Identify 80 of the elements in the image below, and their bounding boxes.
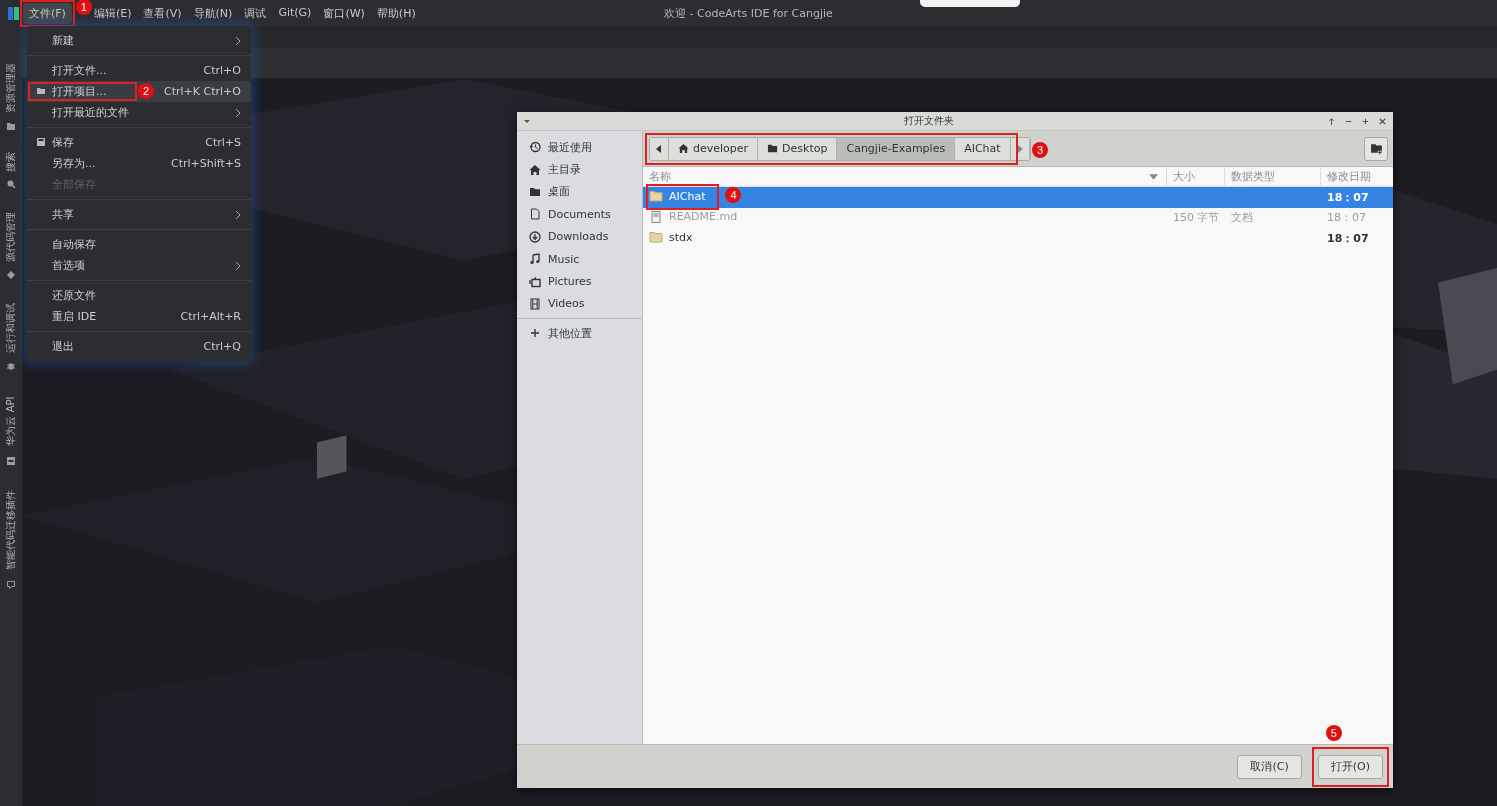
place-item[interactable]: 主目录 [517, 158, 642, 181]
menu-entry[interactable]: 首选项 [27, 255, 251, 276]
new-folder-button[interactable] [1364, 136, 1388, 161]
search-icon [6, 179, 16, 189]
menu-entry[interactable]: 自动保存 [27, 234, 251, 255]
menu-entry[interactable]: 另存为... Ctrl+Shift+S [27, 153, 251, 174]
chat-icon [6, 580, 16, 590]
path-segment[interactable]: AIChat [955, 137, 1011, 160]
dialog-button[interactable]: 取消(C) [1237, 754, 1302, 779]
place-item[interactable]: Documents [517, 203, 642, 226]
right-arrow-icon [1016, 144, 1023, 153]
folder-icon [767, 143, 779, 154]
step-badge: 2 [138, 83, 154, 99]
place-item[interactable]: Downloads [517, 225, 642, 248]
menu-entry[interactable]: 重启 IDE Ctrl+Alt+R [27, 306, 251, 327]
sidebar-tab[interactable]: 运行和调试 [4, 298, 18, 371]
sidebar-tab[interactable]: 资源管理器 [4, 58, 18, 131]
menu-entry[interactable]: 退出 Ctrl+Q [27, 336, 251, 357]
folder-icon [36, 86, 46, 96]
caret-icon[interactable] [523, 117, 531, 125]
download-icon [529, 230, 541, 243]
path-segment[interactable]: developer [669, 137, 759, 160]
plus-icon [529, 327, 541, 340]
path-segment[interactable]: Desktop [758, 137, 838, 160]
music-icon [529, 253, 541, 266]
new-folder-icon [1369, 142, 1383, 155]
menu-item[interactable]: Git(G) [272, 2, 318, 22]
folder-icon [649, 190, 663, 202]
home-icon [529, 163, 541, 176]
sidebar-tab[interactable]: 智能代码迁移插件 [4, 484, 18, 590]
step-badge: 1 [75, 0, 92, 15]
menu-entry[interactable]: 保存 Ctrl+S [27, 132, 251, 153]
menu-entry[interactable]: 打开项目... 2 Ctrl+K Ctrl+O [27, 81, 251, 102]
window-title: 欢迎 - CodeArts IDE for Cangjie [664, 5, 833, 21]
diamond-icon [6, 270, 16, 280]
menu-item[interactable]: 文件(F) [23, 2, 72, 24]
logo-icon [8, 6, 19, 20]
back-button[interactable] [650, 137, 669, 160]
up-arrow-icon[interactable] [1327, 116, 1336, 126]
menu-entry[interactable]: 共享 [27, 204, 251, 225]
place-item[interactable]: 其他位置 [517, 322, 642, 345]
place-item[interactable]: 最近使用 [517, 136, 642, 159]
document-icon [649, 210, 663, 223]
history-icon [529, 141, 541, 154]
close-icon[interactable] [1378, 116, 1387, 126]
menu-entry[interactable]: 打开文件... Ctrl+O [27, 60, 251, 81]
menu-entry[interactable]: 打开最近的文件 [27, 102, 251, 123]
bug-icon [6, 361, 16, 371]
document-icon [529, 208, 541, 221]
menu-item[interactable]: 帮助(H) [370, 2, 422, 24]
picture-icon [529, 275, 541, 288]
folder-icon [529, 185, 541, 198]
save-icon [36, 137, 46, 147]
sort-icon [1149, 173, 1158, 180]
place-item[interactable]: Videos [517, 292, 642, 316]
folder-icon [6, 121, 16, 131]
folder-icon [649, 231, 663, 243]
home-icon [678, 143, 689, 154]
path-segment[interactable]: Cangjie-Examples [837, 137, 956, 160]
film-icon [529, 297, 541, 310]
api-icon [6, 456, 16, 466]
dialog-button[interactable]: 打开(O) [1317, 754, 1383, 779]
sidebar-tab[interactable]: 搜索 [4, 149, 18, 189]
place-item[interactable]: 桌面 [517, 180, 642, 204]
dialog-title: 打开文件夹 [903, 114, 955, 128]
file-row[interactable]: AIChat 4 18：07 [643, 187, 1393, 208]
menu-item[interactable]: 查看(V) [137, 2, 188, 24]
left-arrow-icon [656, 144, 662, 153]
sidebar-tab[interactable]: 华为云 API [4, 389, 18, 466]
menu-item[interactable]: 调试 [238, 2, 273, 24]
menu-entry[interactable]: 还原文件 [27, 285, 251, 306]
maximize-icon[interactable] [1361, 116, 1370, 126]
file-row[interactable]: stdx 18：07 [643, 228, 1393, 249]
menu-entry[interactable]: 新建 [27, 30, 251, 51]
place-item[interactable]: Music [517, 247, 642, 271]
step-badge: 3 [1032, 141, 1048, 158]
sidebar-tab[interactable]: 源代码管理 [4, 207, 18, 280]
menu-item[interactable]: 窗口(W) [317, 2, 371, 24]
place-item[interactable]: Pictures [517, 270, 642, 293]
menu-item[interactable]: 导航(N) [187, 2, 239, 24]
